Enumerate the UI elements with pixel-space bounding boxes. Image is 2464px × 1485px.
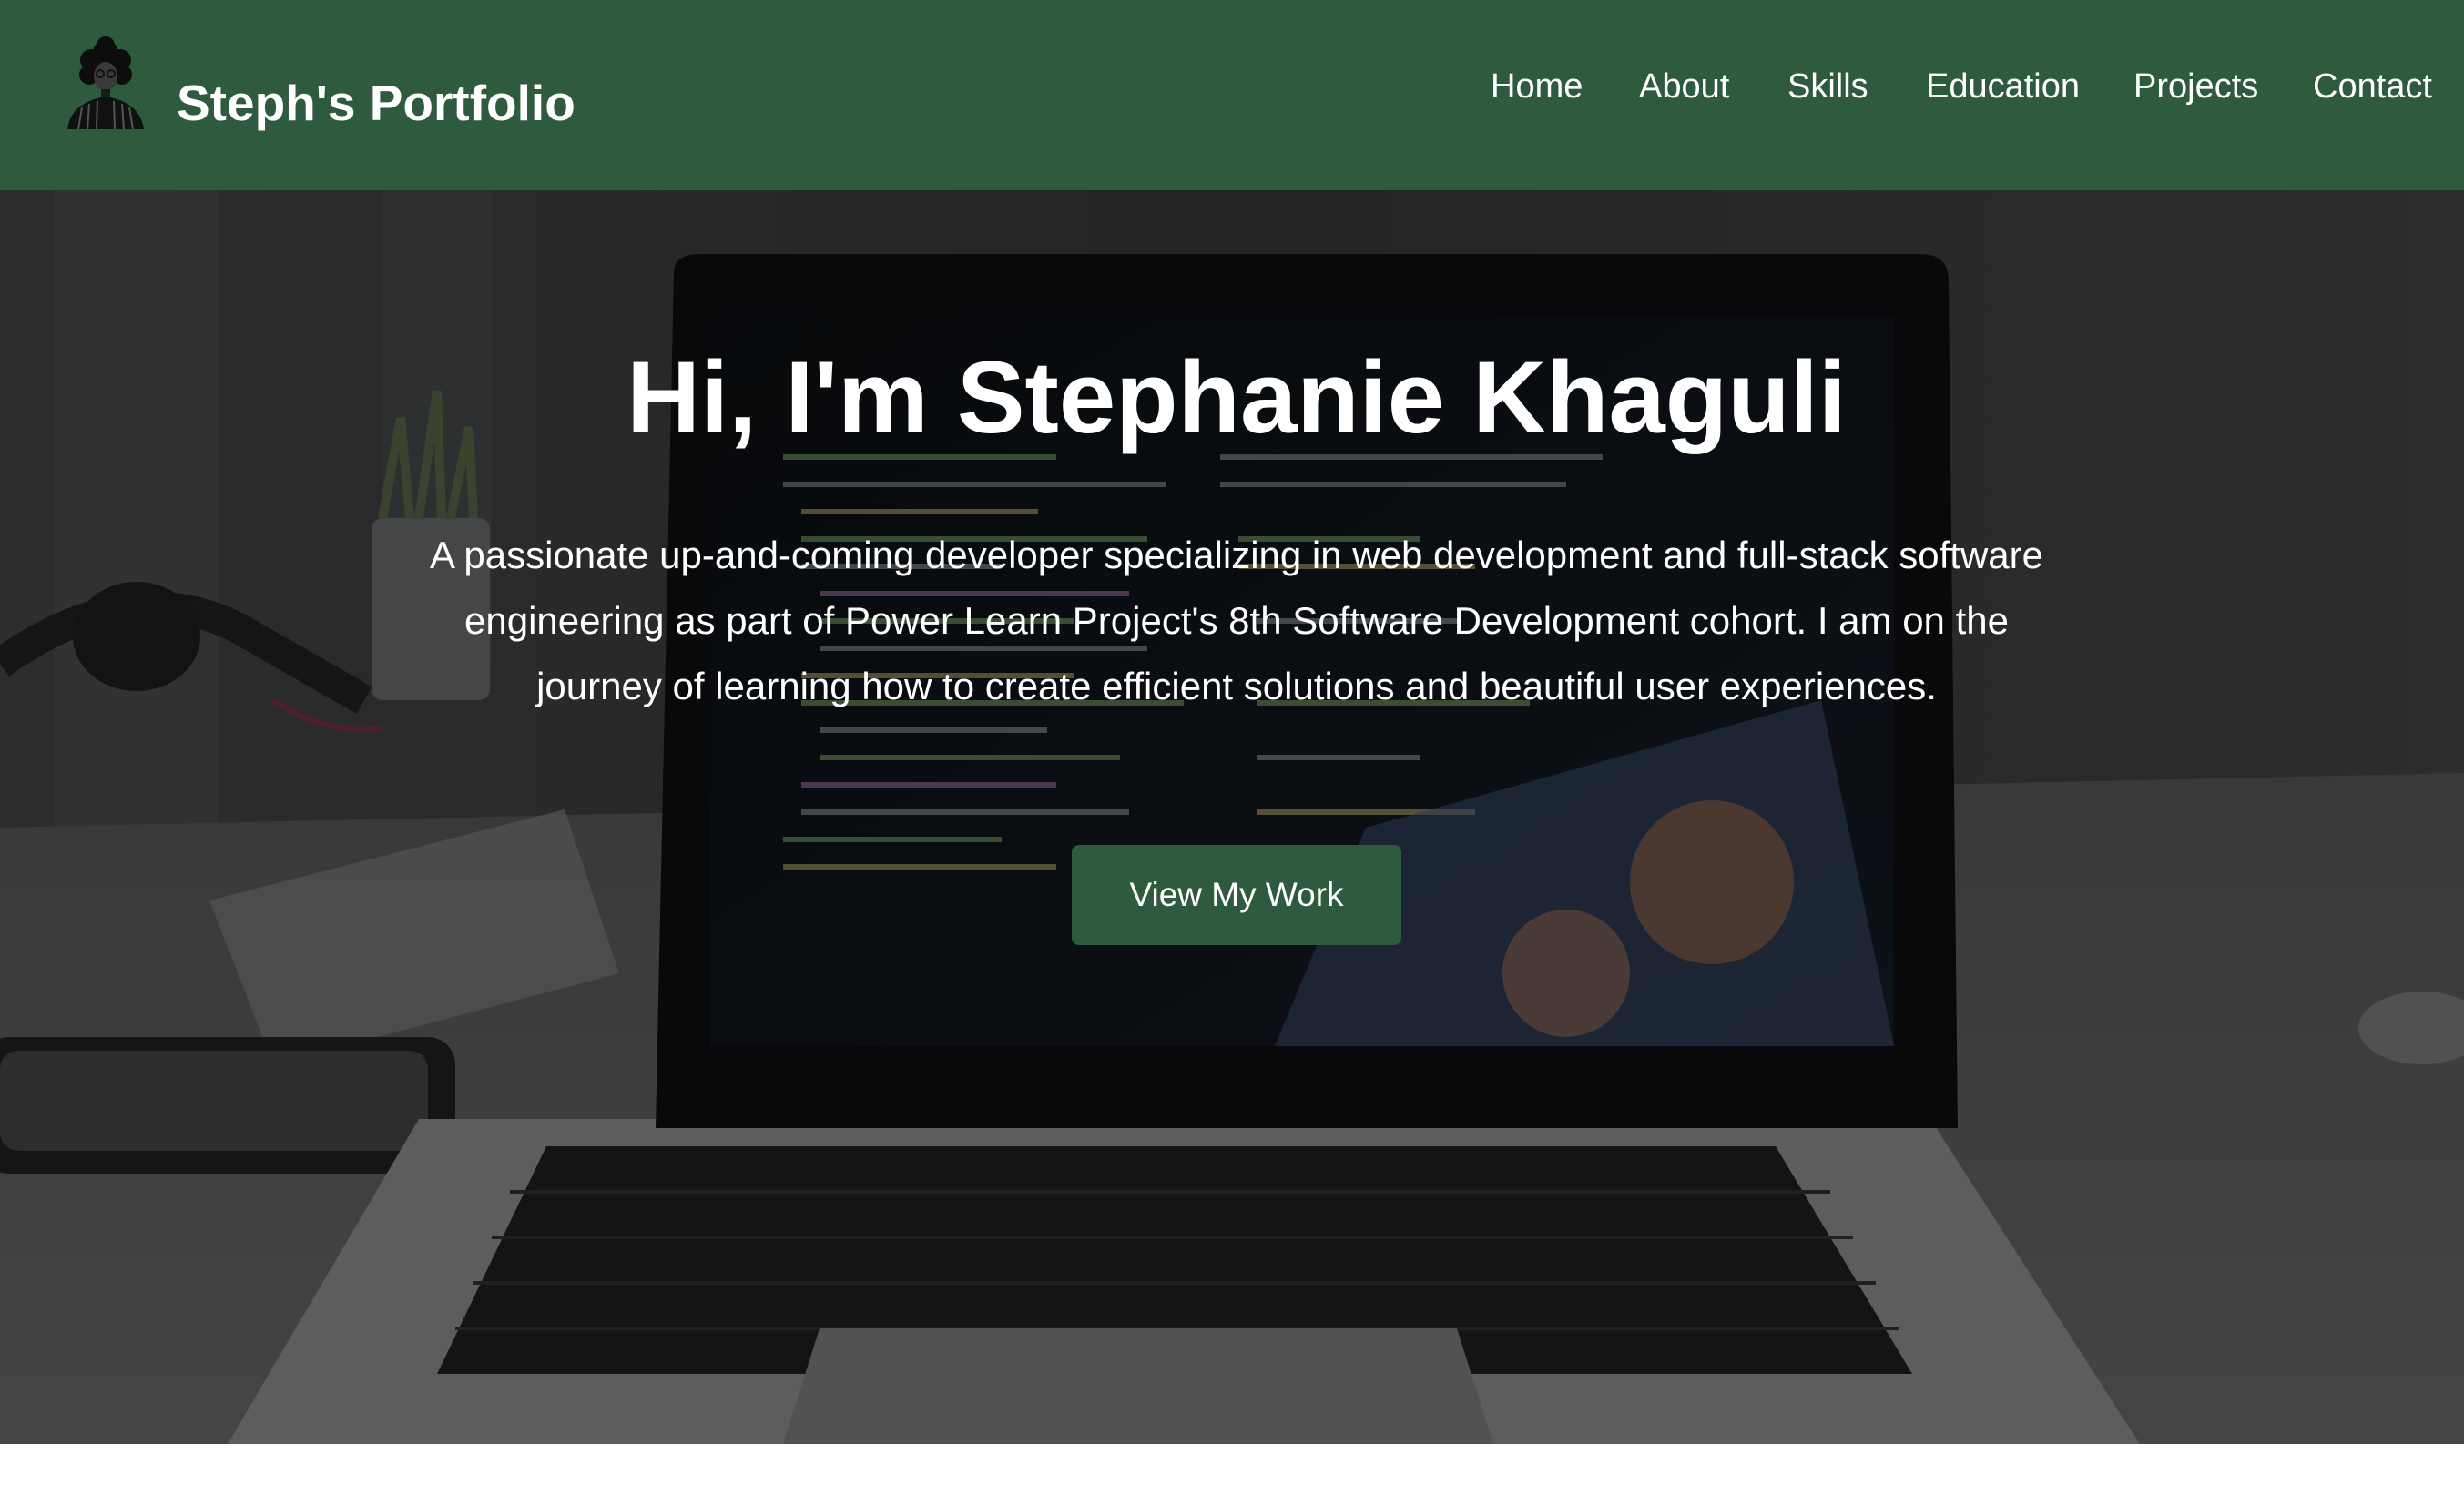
nav-skills[interactable]: Skills [1787,69,1868,104]
hero-description: A passionate up-and-coming developer spe… [429,534,2044,707]
view-my-work-button[interactable]: View My Work [1072,845,1401,945]
navbar: Steph's Portfolio Home About Skills Educ… [0,0,2464,190]
nav-projects[interactable]: Projects [2133,69,2258,104]
hero-title: Hi, I'm Stephanie Khaguli [626,341,1847,454]
nav-education[interactable]: Education [1926,69,2080,104]
hero-section: Hi, I'm Stephanie Khaguli A passionate u… [0,190,2464,1444]
nav-home[interactable]: Home [1491,69,1583,104]
portrait-silhouette-icon[interactable] [60,33,151,130]
nav-contact[interactable]: Contact [2313,69,2432,104]
site-brand[interactable]: Steph's Portfolio [177,78,575,128]
nav-about[interactable]: About [1639,69,1729,104]
